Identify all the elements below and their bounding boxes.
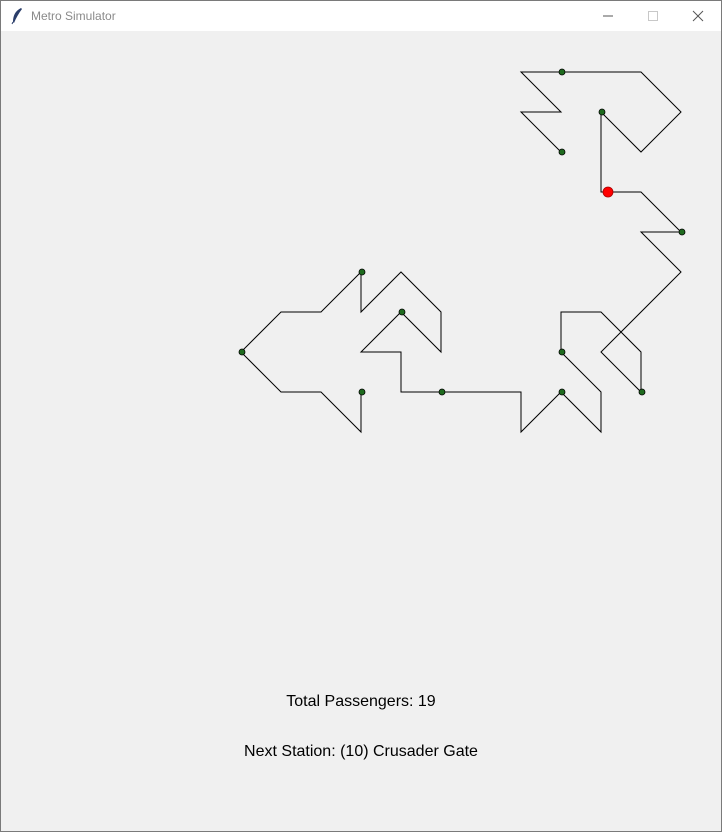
station-dot[interactable] — [558, 348, 566, 356]
maximize-icon — [648, 11, 658, 21]
metro-map-canvas — [238, 68, 686, 434]
station-dot[interactable] — [678, 228, 686, 236]
station-dot[interactable] — [438, 388, 446, 396]
station-dot[interactable] — [358, 268, 366, 276]
train-marker — [602, 186, 614, 198]
station-dot[interactable] — [558, 148, 566, 156]
station-dot[interactable] — [238, 348, 246, 356]
close-button[interactable] — [675, 1, 721, 31]
metro-line — [240, 71, 683, 434]
app-window: Metro Simulator Total Passengers: 19 Nex… — [0, 0, 722, 832]
minimize-button[interactable] — [585, 1, 631, 31]
window-title: Metro Simulator — [31, 9, 116, 23]
station-dot[interactable] — [598, 108, 606, 116]
next-station-label: Next Station: (10) Crusader Gate — [244, 743, 478, 760]
stations — [238, 68, 686, 396]
feather-icon — [11, 8, 22, 25]
station-dot[interactable] — [398, 308, 406, 316]
title-bar[interactable]: Metro Simulator — [1, 1, 721, 31]
minimize-icon — [603, 15, 613, 17]
total-passengers-label: Total Passengers: 19 — [286, 693, 436, 710]
station-dot[interactable] — [358, 388, 366, 396]
station-dot[interactable] — [558, 388, 566, 396]
close-icon — [692, 10, 704, 22]
station-dot[interactable] — [638, 388, 646, 396]
maximize-button[interactable] — [630, 1, 676, 31]
station-dot[interactable] — [558, 68, 566, 76]
